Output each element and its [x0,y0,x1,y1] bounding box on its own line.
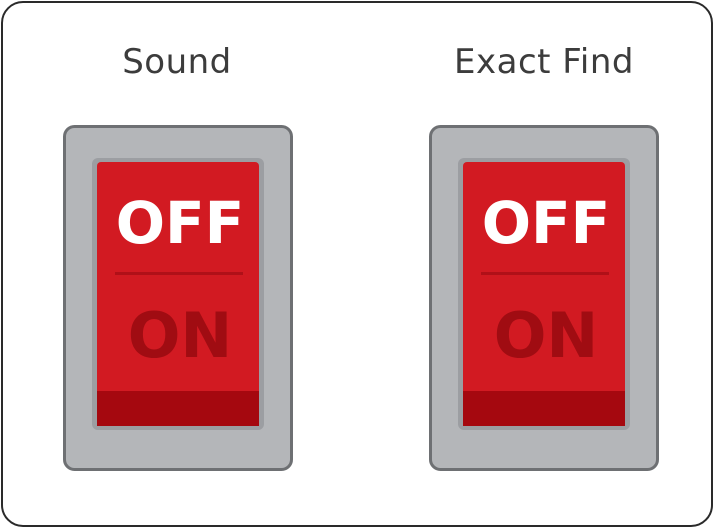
sound-off-text: OFF [116,189,245,257]
exact-find-on-text: ON [494,299,599,372]
sound-toggle-switch[interactable]: OFF ON [63,125,293,471]
sound-switch-graphic: OFF ON [63,125,293,471]
exact-find-switch-graphic: OFF ON [429,125,659,471]
exact-find-label: Exact Find [454,42,634,82]
sound-on-text: ON [128,299,233,372]
exact-find-toggle-switch[interactable]: OFF ON [429,125,659,471]
sound-label: Sound [122,42,232,82]
settings-panel: Sound OFF ON Exact Find OFF ON [1,1,713,527]
exact-find-off-text: OFF [482,189,611,257]
